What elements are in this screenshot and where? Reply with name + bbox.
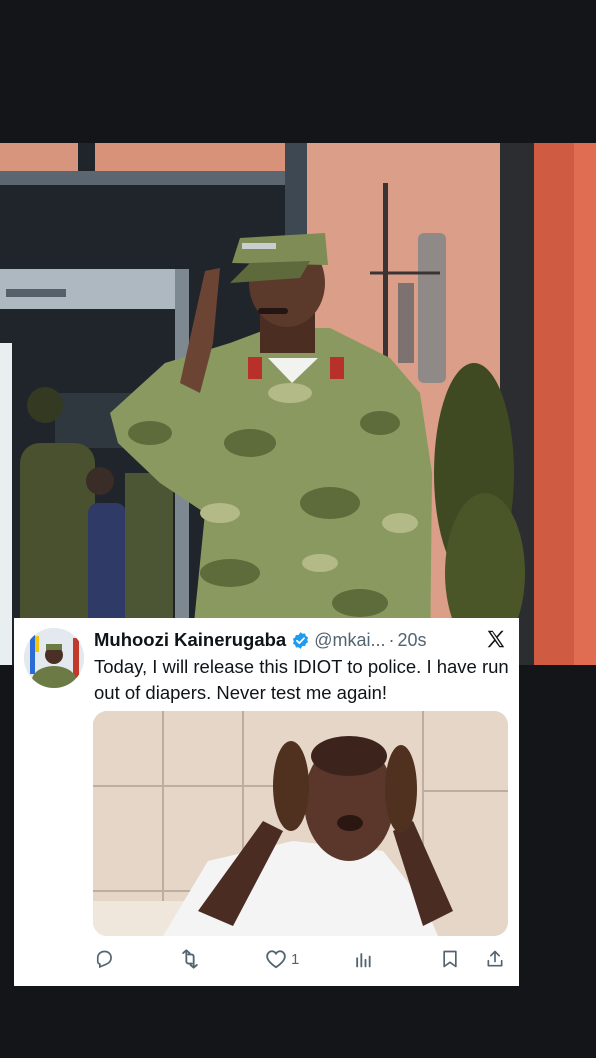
tweet-card[interactable]: Muhoozi Kainerugaba @mkai... · 20s Today…: [14, 618, 519, 986]
views-button[interactable]: [353, 944, 373, 974]
timestamp[interactable]: 20s: [397, 630, 426, 651]
x-logo-icon: [485, 628, 507, 655]
bookmark-icon: [440, 948, 460, 970]
share-icon: [485, 948, 505, 970]
like-count: 1: [291, 950, 300, 968]
reply-button[interactable]: [94, 944, 114, 974]
reply-icon: [94, 949, 114, 969]
like-button[interactable]: 1: [265, 944, 299, 974]
bookmark-button[interactable]: [440, 944, 460, 974]
verified-badge-icon: [291, 631, 310, 650]
display-name[interactable]: Muhoozi Kainerugaba: [94, 629, 286, 651]
avatar[interactable]: [24, 628, 84, 688]
avatar-image: [24, 628, 84, 688]
retweet-button[interactable]: [178, 944, 202, 974]
share-button[interactable]: [485, 944, 505, 974]
tweet-text: Today, I will release this IDIOT to poli…: [94, 656, 509, 703]
tweet-header: Muhoozi Kainerugaba @mkai... · 20s: [94, 628, 427, 652]
officer-photo-illustration: [0, 143, 596, 665]
analytics-icon: [353, 949, 373, 969]
handle[interactable]: @mkai...: [314, 630, 385, 651]
tweet-media-image: [93, 711, 508, 936]
tweet-actions: 1: [14, 944, 519, 974]
separator-dot: ·: [388, 629, 395, 650]
retweet-icon: [178, 948, 202, 970]
tweet-media[interactable]: [93, 711, 508, 936]
officer-photo: [0, 143, 596, 665]
heart-icon: [265, 949, 287, 969]
